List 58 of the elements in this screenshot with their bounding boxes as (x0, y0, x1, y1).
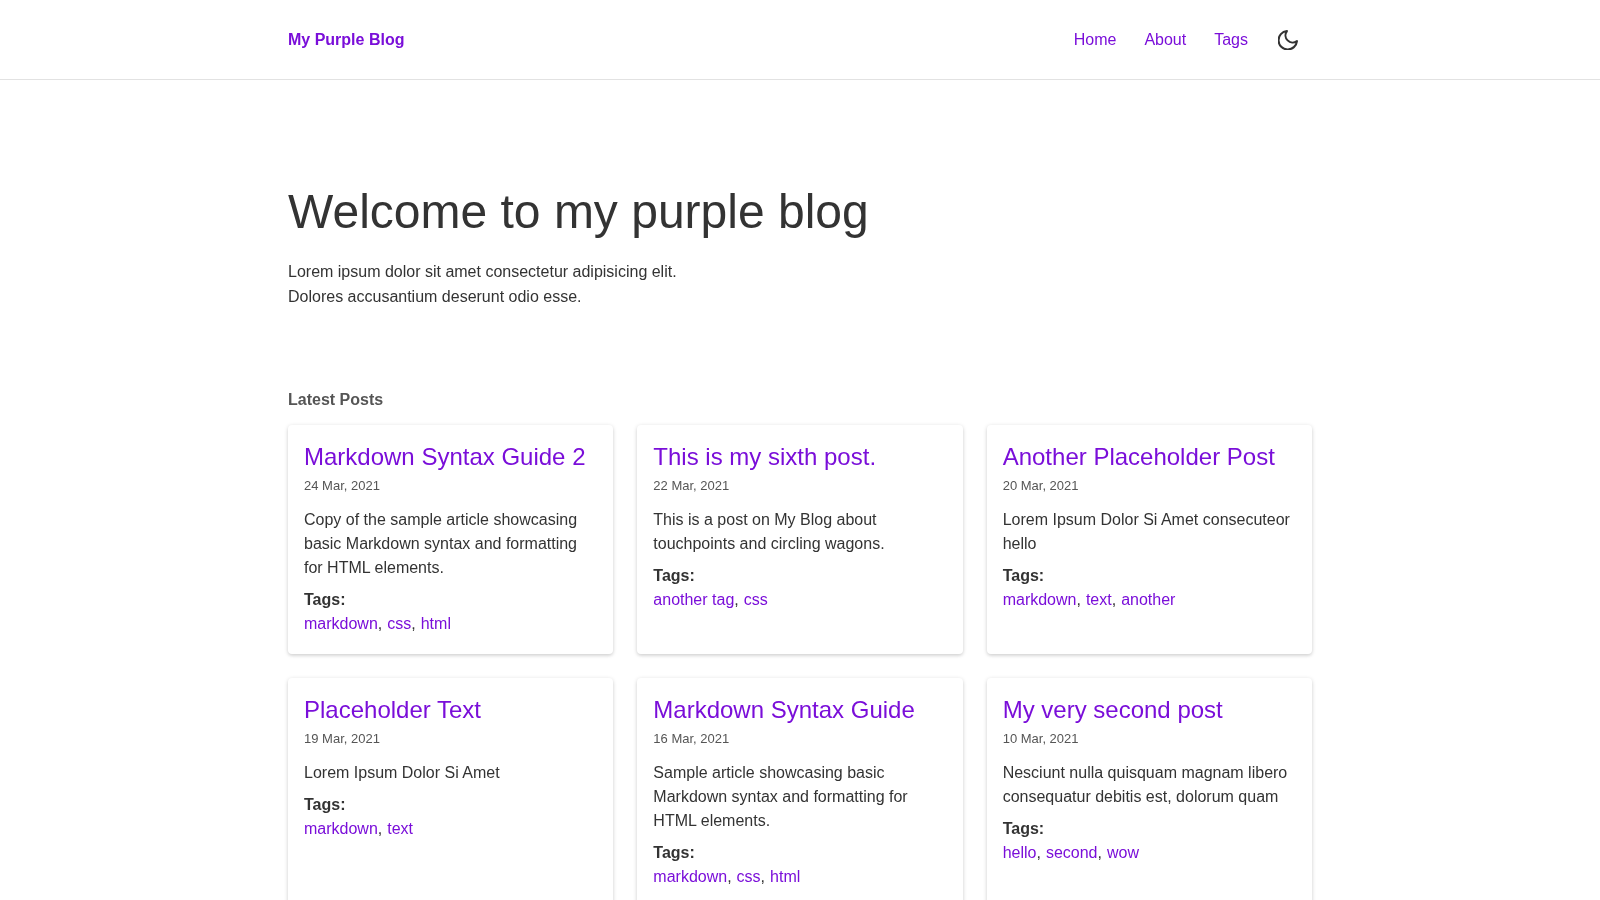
post-summary: Lorem Ipsum Dolor Si Amet (304, 763, 500, 783)
post-title-link[interactable]: Placeholder Text (304, 694, 481, 725)
tag-link[interactable]: markdown (653, 865, 728, 889)
nav-link[interactable]: About (1144, 30, 1187, 49)
tags-label: Tags: (653, 843, 695, 863)
post-date: 22 Mar, 2021 (653, 477, 730, 495)
post-date: 24 Mar, 2021 (304, 477, 380, 495)
post-title-link[interactable]: Markdown Syntax Guide 2 (304, 441, 586, 472)
nav-link[interactable]: Home (1073, 30, 1117, 49)
tag-separator: , (1111, 590, 1117, 610)
tag-separator: , (411, 614, 416, 634)
tag-separator: , (1097, 843, 1102, 863)
tag-separator: , (377, 614, 383, 634)
nav-link[interactable]: Tags (1214, 30, 1248, 49)
post-summary: This is a post on My Blog about touchpoints and circling wagons. (653, 510, 886, 554)
post-date: 20 Mar, 2021 (1002, 477, 1079, 495)
tag-link[interactable]: markdown (304, 817, 378, 841)
tag-link[interactable]: html (770, 865, 801, 889)
tag-link[interactable]: css (736, 865, 761, 889)
post-summary: Copy of the sample article showcasing basic Markdown syntax and formatting for HTML elements. (304, 510, 579, 578)
tag-link[interactable]: css (387, 612, 412, 636)
tag-separator: , (377, 819, 383, 839)
tag-separator: , (1076, 590, 1081, 610)
post-title-link[interactable]: Markdown Syntax Guide (653, 694, 915, 725)
tag-link[interactable]: another (1121, 588, 1176, 612)
tag-link[interactable]: markdown (1002, 588, 1077, 612)
tags-label: Tags: (653, 566, 695, 586)
post-date: 10 Mar, 2021 (1002, 730, 1079, 748)
tag-link[interactable]: markdown (304, 612, 378, 636)
tags-label: Tags: (304, 590, 346, 610)
tag-separator: , (760, 867, 766, 887)
tag-link[interactable]: hello (1002, 841, 1037, 865)
tag-separator: , (734, 590, 739, 610)
tags-label: Tags: (1002, 819, 1045, 839)
post-title-link[interactable]: My very second post (1002, 694, 1223, 725)
hero-title: Welcome to my purple blog (288, 184, 870, 240)
post-summary: Sample article showcasing basic Markdown syntax and formatting for HTML elements. (653, 763, 909, 831)
post-date: 19 Mar, 2021 (304, 730, 380, 748)
post-summary: Nesciunt nulla quisquam magnam libero consequatur debitis est, dolorum quam (1002, 763, 1289, 807)
tags-label: Tags: (304, 795, 346, 815)
blog-logo[interactable]: My Purple Blog (288, 30, 405, 49)
moon-icon[interactable] (1278, 29, 1298, 50)
section-heading: Latest Posts (288, 390, 385, 410)
post-title-link[interactable]: This is my sixth post. (653, 441, 877, 472)
post-title-link[interactable]: Another Placeholder Post (1002, 441, 1275, 472)
post-date: 16 Mar, 2021 (653, 730, 730, 748)
tag-separator: , (727, 867, 732, 887)
tag-link[interactable]: text (1085, 588, 1112, 612)
tag-link[interactable]: wow (1106, 841, 1139, 865)
tag-link[interactable]: another tag (653, 588, 735, 612)
tags-label: Tags: (1002, 566, 1045, 586)
tag-separator: , (1036, 843, 1041, 863)
tag-link[interactable]: text (387, 817, 414, 841)
tag-link[interactable]: html (420, 612, 451, 636)
intro-text: Lorem ipsum dolor sit amet consectetur adipisicing elit. Dolores accusantium deserunt odio esse. (288, 262, 678, 307)
tag-link[interactable]: second (1045, 841, 1098, 865)
post-summary: Lorem Ipsum Dolor Si Amet consecuteor hello (1002, 510, 1291, 554)
tag-link[interactable]: css (743, 588, 768, 612)
